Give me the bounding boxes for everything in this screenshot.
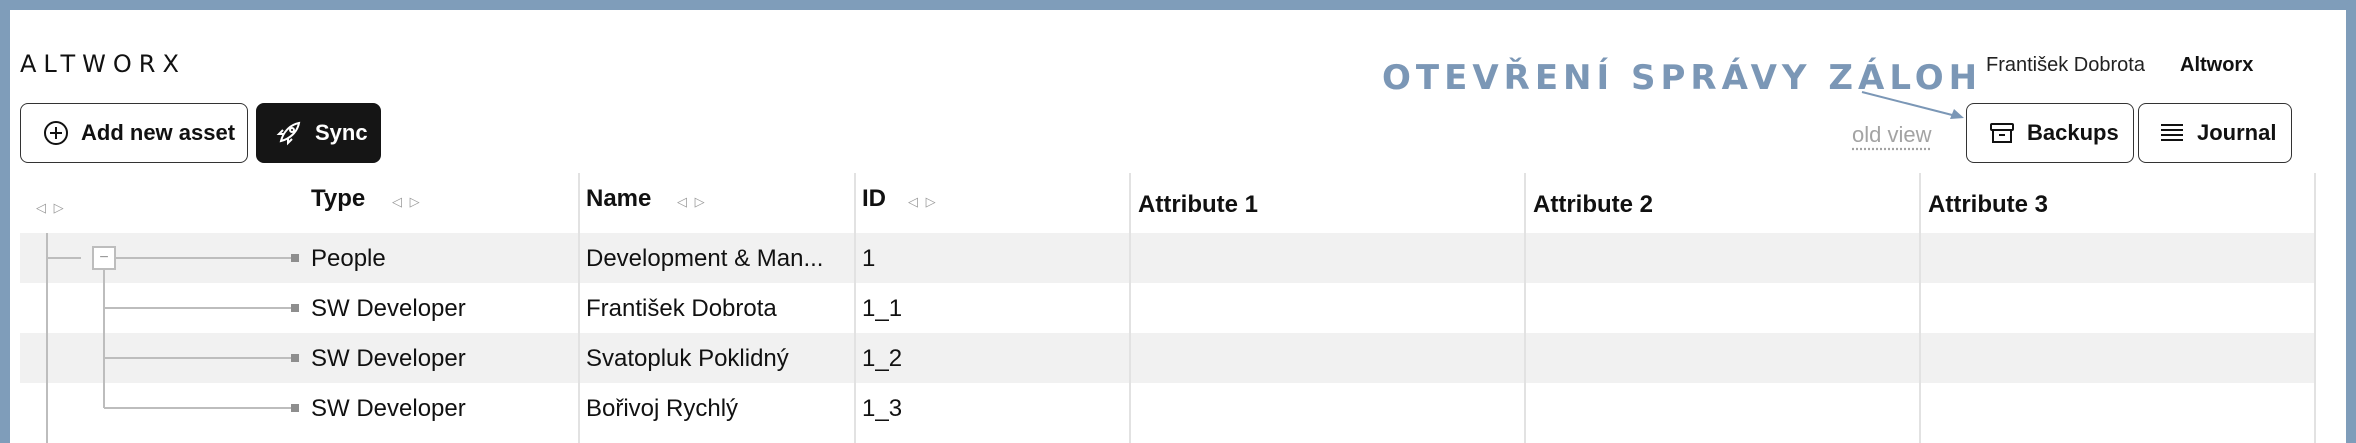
column-divider[interactable] [578,173,580,443]
cell-name: František Dobrota [586,295,777,322]
sync-button[interactable]: Sync [256,103,381,163]
archive-box-icon [1989,121,2015,145]
rocket-icon [275,119,303,147]
backups-label: Backups [2027,120,2119,145]
collapse-toggle[interactable]: − [92,246,116,270]
cell-name: Svatopluk Poklidný [586,345,789,372]
cell-type: People [311,245,386,272]
cell-type: SW Developer [311,345,466,372]
tree-connectors [46,233,299,443]
cell-id: 1_1 [862,295,903,322]
app-frame: ALTWORX OTEVŘENÍ SPRÁVY ZÁLOH František … [10,10,2346,443]
list-lines-icon [2159,121,2185,145]
tree-node-marker [291,254,299,262]
tree-node-marker [291,404,299,412]
column-header-id[interactable]: ID [862,185,886,213]
column-divider[interactable] [1919,173,1921,443]
cell-id: 1_2 [862,345,903,372]
cell-id: 1 [862,245,876,272]
cell-name: Bořivoj Rychlý [586,395,739,422]
add-new-asset-button[interactable]: Add new asset [20,103,248,163]
column-header-attribute-2[interactable]: Attribute 2 [1533,191,1653,219]
logo: ALTWORX [20,50,186,78]
column-header-attribute-3[interactable]: Attribute 3 [1928,191,2048,219]
backups-button[interactable]: Backups [1966,103,2134,163]
cell-type: SW Developer [311,295,466,322]
sort-toggle-id[interactable]: ◁ ▷ [908,194,938,210]
cell-name: Development & Man... [586,245,824,272]
sync-label: Sync [315,120,368,145]
plus-circle-icon [43,120,69,146]
cell-id: 1_3 [862,395,903,422]
sort-toggle-type[interactable]: ◁ ▷ [392,194,422,210]
column-divider[interactable] [854,173,856,443]
column-divider[interactable] [2314,173,2316,443]
journal-label: Journal [2197,120,2277,145]
add-new-asset-label: Add new asset [81,120,236,145]
sort-toggle-name[interactable]: ◁ ▷ [677,194,707,210]
minus-icon: − [99,249,109,266]
cell-type: SW Developer [311,395,466,422]
old-view-link[interactable]: old view [1852,122,1931,148]
column-divider[interactable] [1129,173,1131,443]
column-header-attribute-1[interactable]: Attribute 1 [1138,191,1258,219]
user-name[interactable]: František Dobrota [1986,54,2145,77]
journal-button[interactable]: Journal [2138,103,2292,163]
column-divider[interactable] [1524,173,1526,443]
column-header-name[interactable]: Name [586,185,651,213]
tree-node-marker [291,304,299,312]
annotation-arrow [1861,91,1964,119]
tree-node-marker [291,354,299,362]
org-name[interactable]: Altworx [2180,54,2253,77]
